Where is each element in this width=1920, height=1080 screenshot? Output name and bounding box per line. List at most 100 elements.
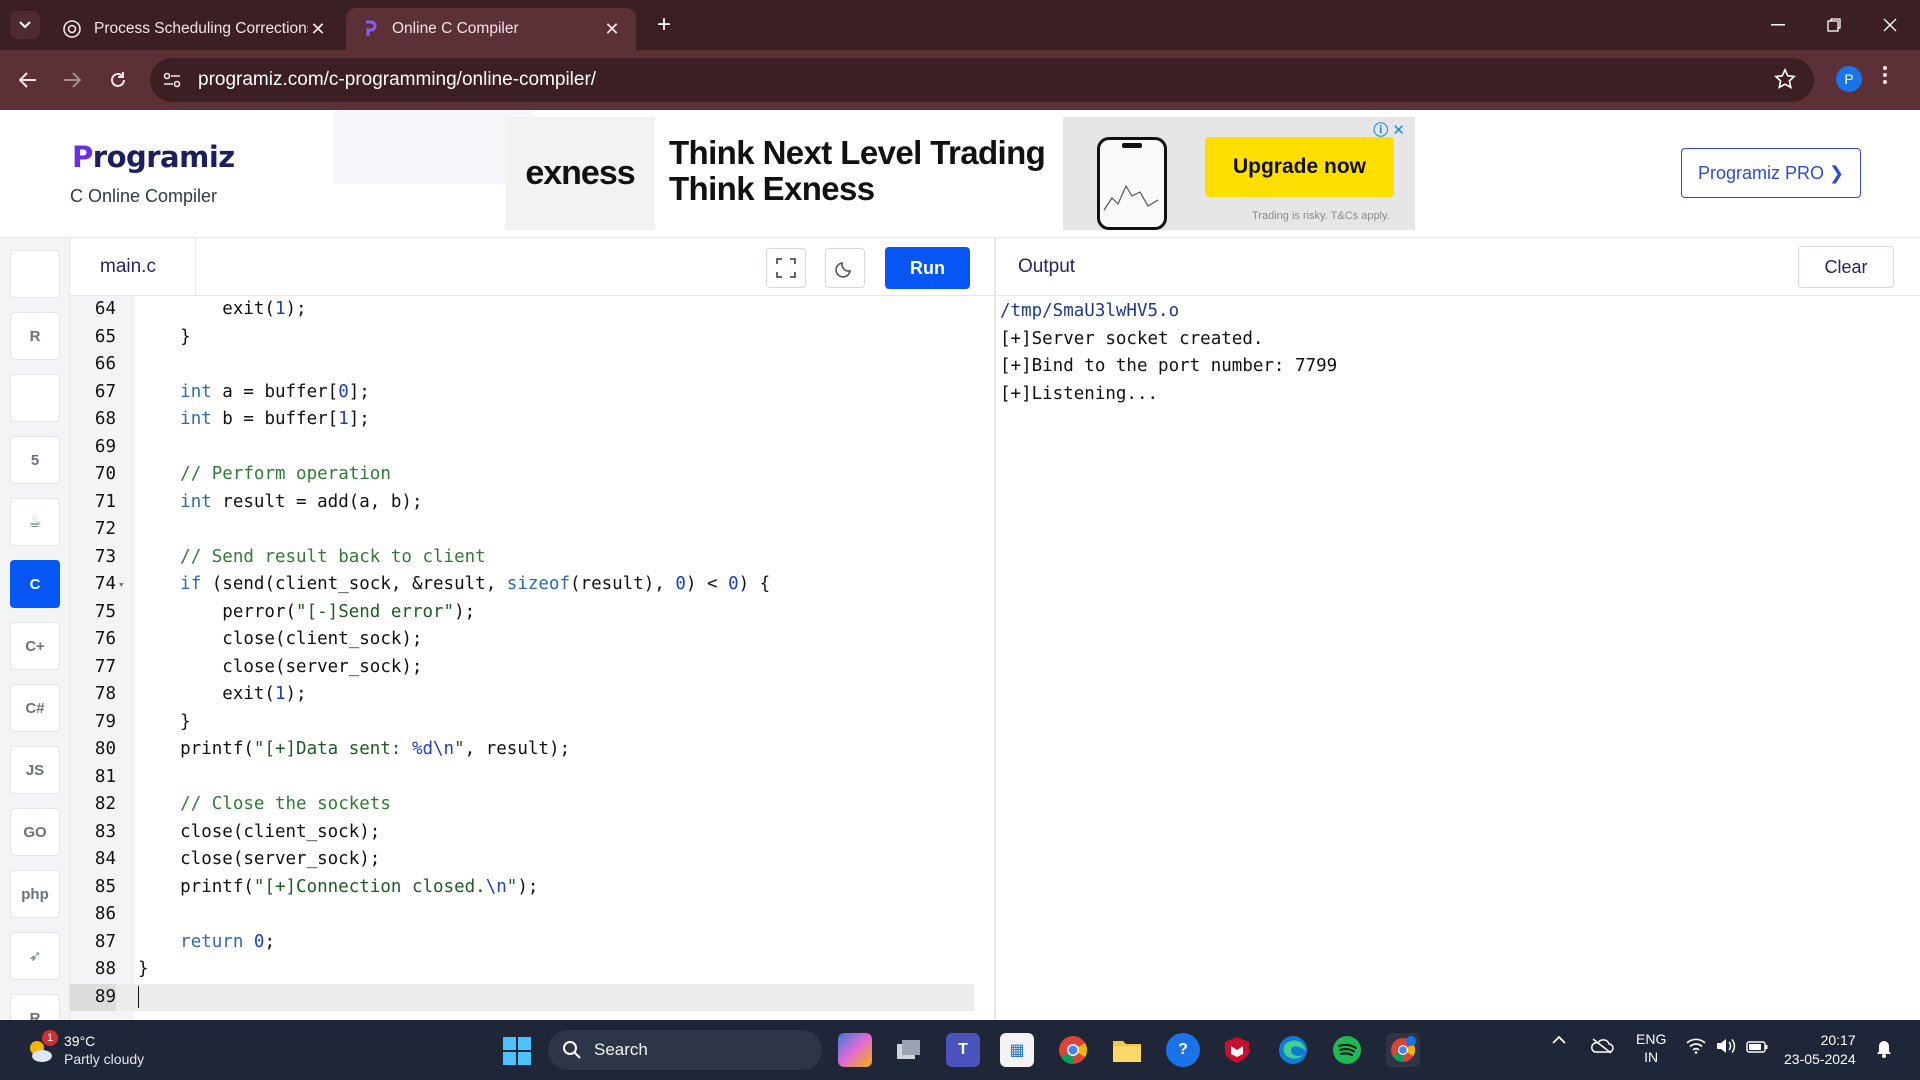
taskbar-search[interactable]: Search <box>548 1030 822 1070</box>
spotify-icon[interactable] <box>1330 1033 1364 1067</box>
code-line[interactable]: 68 int b = buffer[1]; <box>70 406 974 434</box>
programiz-logo[interactable]: Programiz <box>72 140 235 174</box>
reload-button[interactable] <box>102 64 134 96</box>
csharp-icon[interactable]: C# <box>10 684 60 732</box>
restore-button[interactable] <box>1814 8 1854 42</box>
show-hidden-icons[interactable] <box>1552 1032 1566 1048</box>
help-icon[interactable]: ? <box>1166 1033 1200 1067</box>
code-line[interactable]: 84 close(server_sock); <box>70 846 974 874</box>
store-icon[interactable]: ▦ <box>1000 1033 1034 1067</box>
browser-menu-icon[interactable] <box>1882 64 1888 91</box>
task-view-icon[interactable] <box>892 1033 926 1067</box>
code-line[interactable]: 77 close(server_sock); <box>70 654 974 682</box>
ad-cta-button[interactable]: Upgrade now <box>1205 137 1394 197</box>
search-placeholder-box <box>333 110 533 184</box>
swift-icon[interactable]: ➶ <box>10 932 60 980</box>
chatgpt-icon <box>62 19 82 39</box>
bookmark-star-icon[interactable] <box>1773 67 1797 95</box>
notifications-bell-icon[interactable] <box>1876 1040 1892 1061</box>
ad-choices-icon[interactable]: ⓘ ✕ <box>1373 119 1405 140</box>
cpp-icon[interactable]: C+ <box>10 622 60 670</box>
java-icon[interactable]: ☕ <box>10 498 60 546</box>
code-line[interactable]: 87 return 0; <box>70 929 974 957</box>
html-icon[interactable]: 5 <box>10 436 60 484</box>
line-number: 76 <box>94 629 116 649</box>
code-line[interactable]: 67 int a = buffer[0]; <box>70 379 974 407</box>
tab-process-scheduling[interactable]: Process Scheduling Corrections ✕ <box>48 8 342 50</box>
code-line[interactable]: 82 // Close the sockets <box>70 791 974 819</box>
chrome-profile-icon[interactable] <box>1386 1033 1420 1067</box>
r-icon[interactable]: R <box>10 312 60 360</box>
close-icon[interactable]: ✕ <box>602 19 622 39</box>
code-line[interactable]: 66 <box>70 351 974 379</box>
forward-button[interactable] <box>56 64 88 96</box>
programiz-pro-button[interactable]: Programiz PRO ❯ <box>1681 148 1861 198</box>
code-line[interactable]: 78 exit(1); <box>70 681 974 709</box>
code-line[interactable]: 83 close(client_sock); <box>70 819 974 847</box>
profile-avatar[interactable]: P <box>1836 66 1862 92</box>
wifi-icon[interactable] <box>1686 1038 1706 1057</box>
run-button[interactable]: Run <box>885 247 970 289</box>
code-line[interactable]: 74 ▾ if (send(client_sock, &result, sizeo… <box>70 571 974 599</box>
code-line[interactable]: 75 perror("[-]Send error"); <box>70 599 974 627</box>
url-bar[interactable]: programiz.com/c-programming/online-compi… <box>150 58 1814 102</box>
output-console[interactable]: /tmp/SmaU3lwHV5.o [+]Server socket create… <box>996 296 1920 1020</box>
edge-icon[interactable] <box>1276 1033 1310 1067</box>
fold-toggle-icon[interactable]: ▾ <box>118 571 125 599</box>
language-indicator[interactable]: ENG IN <box>1636 1030 1666 1066</box>
battery-icon[interactable] <box>1746 1040 1768 1056</box>
chrome-icon[interactable] <box>1056 1033 1090 1067</box>
code-line[interactable]: 81 <box>70 764 974 792</box>
close-icon[interactable]: ✕ <box>308 19 328 39</box>
code-line[interactable]: 69 <box>70 434 974 462</box>
ad-brand: exness <box>505 117 655 230</box>
mcafee-icon[interactable] <box>1220 1033 1254 1067</box>
arrow-right-icon <box>64 72 81 88</box>
site-info-icon[interactable] <box>162 72 184 88</box>
code-line[interactable]: 89 <box>70 983 974 1011</box>
tab-online-c-compiler[interactable]: Online C Compiler ✕ <box>346 8 636 50</box>
clear-button[interactable]: Clear <box>1798 246 1894 288</box>
fullscreen-button[interactable] <box>766 248 806 288</box>
site-header: Programiz C Online Compiler exness Think… <box>0 110 1920 238</box>
copilot-icon[interactable] <box>838 1033 872 1067</box>
teams-icon[interactable]: T <box>946 1033 980 1067</box>
python-icon[interactable] <box>10 250 60 298</box>
code-line[interactable]: 65 } <box>70 324 974 352</box>
rust-icon[interactable]: R <box>10 994 60 1020</box>
file-tab-main-c[interactable]: main.c <box>70 238 196 296</box>
advertisement-banner[interactable]: exness Think Next Level Trading Think Ex… <box>505 117 1415 230</box>
system-clock[interactable]: 20:17 23-05-2024 <box>1784 1031 1856 1069</box>
c-icon[interactable]: C <box>10 560 60 608</box>
code-line[interactable]: 88} <box>70 956 974 984</box>
tab-search-button[interactable] <box>10 11 40 39</box>
code-line[interactable]: 76 close(client_sock); <box>70 626 974 654</box>
code-line[interactable]: 70 // Perform operation <box>70 461 974 489</box>
go-icon[interactable]: GO <box>10 808 60 856</box>
dark-mode-button[interactable] <box>825 248 865 288</box>
code-line[interactable]: 64 exit(1); <box>70 296 974 324</box>
code-line[interactable]: 71 int result = add(a, b); <box>70 489 974 517</box>
windows-start-icon[interactable] <box>502 1036 532 1066</box>
php-icon[interactable]: php <box>10 870 60 918</box>
line-number: 70 <box>94 464 116 484</box>
weather-widget[interactable]: 1 39°C Partly cloudy <box>22 1030 162 1070</box>
js-icon[interactable]: JS <box>10 746 60 794</box>
sql-icon[interactable] <box>10 374 60 422</box>
code-line[interactable]: 80 printf("[+]Data sent: %d\n", result); <box>70 736 974 764</box>
code-line[interactable]: 72 <box>70 516 974 544</box>
minimize-button[interactable] <box>1758 8 1798 42</box>
code-line[interactable]: 85 printf("[+]Connection closed.\n"); <box>70 874 974 902</box>
back-button[interactable] <box>12 64 44 96</box>
new-tab-button[interactable]: + <box>650 11 678 39</box>
code-line[interactable]: 73 // Send result back to client <box>70 544 974 572</box>
code-line[interactable]: 86 <box>70 901 974 929</box>
code-line[interactable]: 79 } <box>70 709 974 737</box>
line-number: 80 <box>94 739 116 759</box>
file-explorer-icon[interactable] <box>1110 1033 1144 1067</box>
onedrive-off-icon[interactable] <box>1590 1038 1614 1057</box>
code-text: } <box>138 326 191 347</box>
volume-icon[interactable] <box>1716 1038 1736 1057</box>
close-window-button[interactable] <box>1870 8 1910 42</box>
code-editor[interactable]: 64 exit(1); 65 } 66 67 int a = buffer[0]; 68… <box>70 296 994 1020</box>
